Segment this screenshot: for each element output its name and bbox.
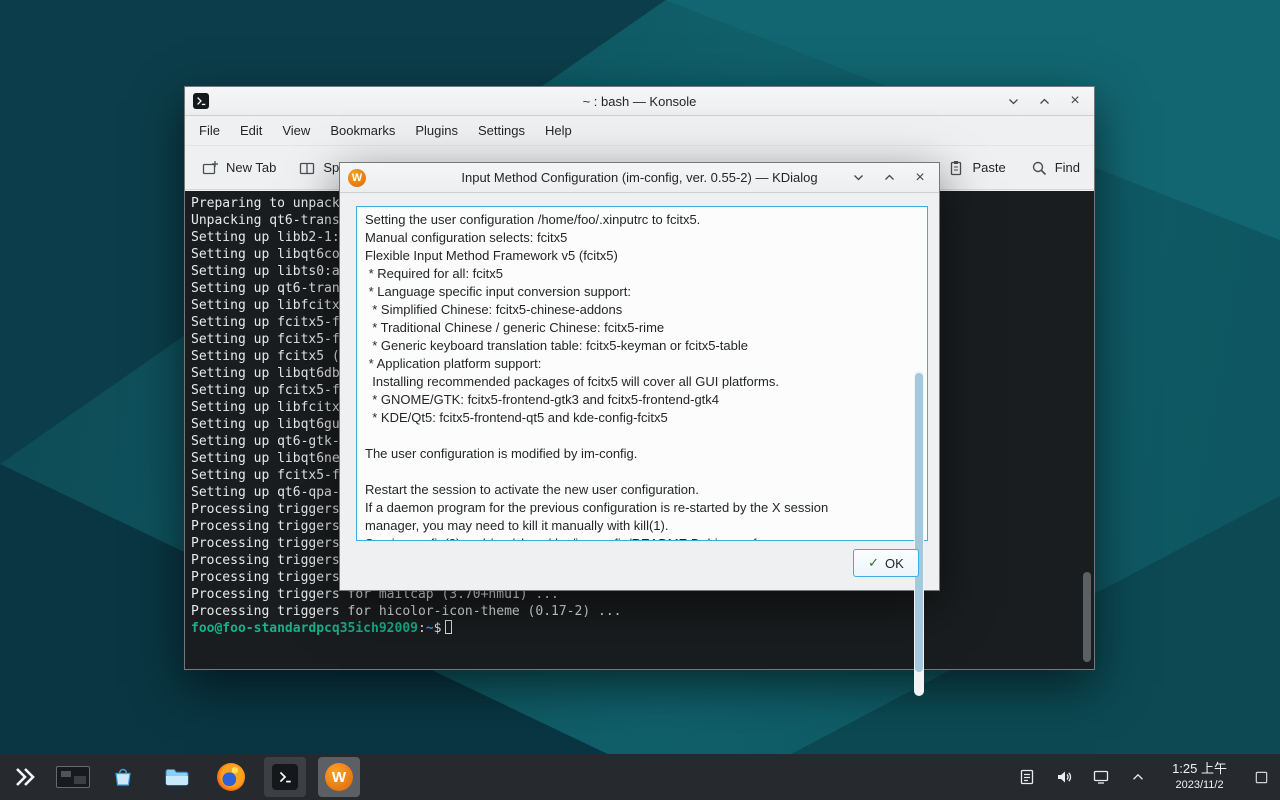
folder-icon [163,763,191,791]
terminal-scrollbar-thumb[interactable] [1083,572,1091,662]
discover-launcher[interactable] [102,757,144,797]
app-launcher-icon [13,765,37,789]
show-desktop-icon [1254,770,1269,785]
new-tab-button[interactable]: New Tab [201,159,276,177]
dialog-text-line: * Generic keyboard translation table: fc… [365,337,919,355]
new-tab-label: New Tab [226,160,276,175]
volume-icon [1055,768,1073,786]
kdialog-titlebar[interactable]: W Input Method Configuration (im-config,… [340,163,939,193]
paste-label: Paste [972,160,1005,175]
check-icon: ✓ [868,556,879,571]
terminal-line: Processing triggers for hicolor-icon-the… [191,603,1094,620]
close-icon[interactable]: × [1066,92,1084,110]
close-icon[interactable]: × [911,169,929,187]
display-icon [1092,768,1110,786]
paste-button[interactable]: Paste [947,159,1005,177]
firefox-launcher[interactable] [210,757,252,797]
dialog-text: Setting the user configuration /home/foo… [365,211,919,541]
menu-file[interactable]: File [189,116,230,146]
kdialog-window-title: Input Method Configuration (im-config, v… [461,170,817,185]
dialog-text-line: * GNOME/GTK: fcitx5-frontend-gtk3 and fc… [365,391,919,409]
clipboard-icon [1018,768,1036,786]
menu-plugins[interactable]: Plugins [405,116,468,146]
dialog-text-line: * Application platform support: [365,355,919,373]
volume-tray-button[interactable] [1053,766,1075,788]
dialog-text-line: If a daemon program for the previous con… [365,499,919,517]
dialog-text-line: * KDE/Qt5: fcitx5-frontend-qt5 and kde-c… [365,409,919,427]
clock-time: 1:25 上午 [1172,761,1227,778]
dialog-scrollbar[interactable] [914,371,924,696]
system-tray: 1:25 上午 2023/11/2 [1016,761,1274,792]
taskbar: W 1:25 上午 2023/11/2 [0,754,1280,800]
im-config-icon: W [325,763,353,791]
dialog-text-line: * Language specific input conversion sup… [365,283,919,301]
dialog-text-line: Manual configuration selects: fcitx5 [365,229,919,247]
dialog-text-line [365,463,919,481]
window-controls: × [849,169,939,187]
menu-bookmarks[interactable]: Bookmarks [320,116,405,146]
konsole-menubar: File Edit View Bookmarks Plugins Setting… [185,116,1094,146]
terminal-cursor [445,620,452,634]
konsole-titlebar[interactable]: ~ : bash — Konsole × [185,87,1094,116]
dialog-text-line: * Required for all: fcitx5 [365,265,919,283]
expand-tray-button[interactable] [1127,766,1149,788]
maximize-button[interactable] [1035,92,1053,110]
maximize-button[interactable] [880,169,898,187]
dialog-text-line: * Traditional Chinese / generic Chinese:… [365,319,919,337]
digital-clock[interactable]: 1:25 上午 2023/11/2 [1172,761,1227,792]
menu-view[interactable]: View [272,116,320,146]
clock-date: 2023/11/2 [1175,778,1223,792]
show-desktop-button[interactable] [1250,766,1272,788]
prompt-path: ~ [426,621,434,636]
im-config-icon: W [348,169,366,187]
find-label: Find [1055,160,1080,175]
dialog-text-line: * Simplified Chinese: fcitx5-chinese-add… [365,301,919,319]
dialog-text-line: manager, you may need to kill it manuall… [365,517,919,535]
dialog-text-line: Flexible Input Method Framework v5 (fcit… [365,247,919,265]
discover-icon [110,764,136,790]
konsole-window-title: ~ : bash — Konsole [583,94,697,109]
menu-help[interactable]: Help [535,116,582,146]
window-controls: × [1004,92,1094,110]
konsole-task[interactable] [264,757,306,797]
find-button[interactable]: Find [1030,159,1080,177]
menu-settings[interactable]: Settings [468,116,535,146]
chevron-up-icon [1130,769,1146,785]
prompt-line: foo@foo-standardpcq35ich92009:~$ [191,620,1094,637]
dolphin-launcher[interactable] [156,757,198,797]
split-view-icon [298,159,316,177]
dialog-text-area[interactable]: Setting the user configuration /home/foo… [356,206,928,541]
display-tray-button[interactable] [1090,766,1112,788]
minimize-button[interactable] [1004,92,1022,110]
dialog-text-line [365,427,919,445]
minimize-button[interactable] [849,169,867,187]
dialog-text-line: The user configuration is modified by im… [365,445,919,463]
ok-button[interactable]: ✓ OK [853,549,919,577]
new-tab-icon [201,159,219,177]
im-config-task[interactable]: W [318,757,360,797]
dialog-text-line: See im-config(8) and /usr/share/doc/im-c… [365,535,919,541]
dialog-scrollbar-thumb[interactable] [915,373,923,672]
dialog-text-line: Restart the session to activate the new … [365,481,919,499]
prompt-colon: : [418,621,426,636]
prompt-dollar: $ [434,621,442,636]
search-icon [1030,159,1048,177]
konsole-icon [271,763,299,791]
konsole-icon [193,93,209,109]
paste-icon [947,159,965,177]
dialog-text-line: Setting the user configuration /home/foo… [365,211,919,229]
firefox-icon [217,763,245,791]
pager-icon [56,766,90,788]
menu-edit[interactable]: Edit [230,116,272,146]
clipboard-tray-button[interactable] [1016,766,1038,788]
prompt-user-host: foo@foo-standardpcq35ich92009 [191,621,418,636]
app-launcher-button[interactable] [6,758,44,796]
kdialog-window: W Input Method Configuration (im-config,… [339,162,940,591]
ok-label: OK [885,556,904,571]
dialog-text-line: Installing recommended packages of fcitx… [365,373,919,391]
virtual-desktop-pager[interactable] [56,766,90,788]
terminal-scrollbar[interactable] [1082,193,1092,667]
